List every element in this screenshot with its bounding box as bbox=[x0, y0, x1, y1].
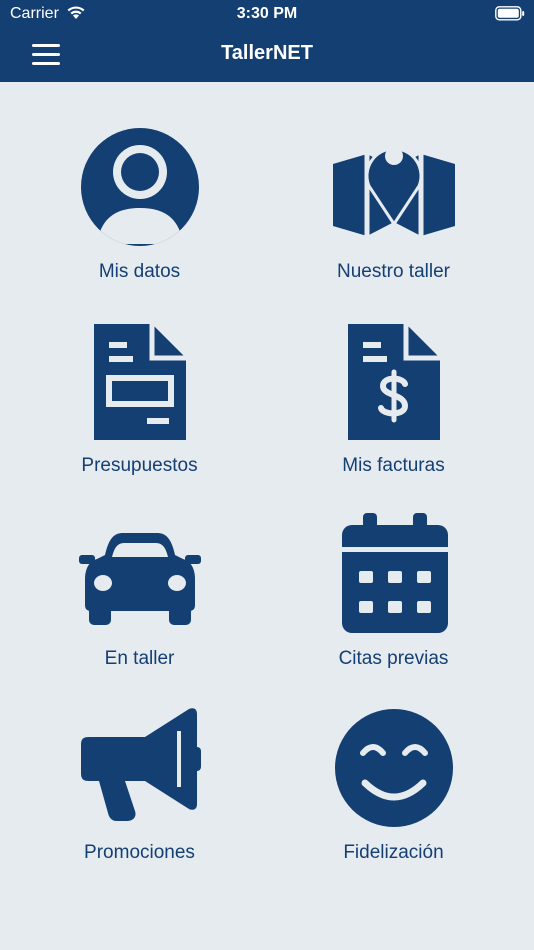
calendar-icon bbox=[342, 513, 448, 633]
tile-nuestro-taller[interactable]: Nuestro taller bbox=[260, 88, 527, 282]
tile-en-taller[interactable]: En taller bbox=[6, 475, 273, 669]
tile-fidelizacion[interactable]: Fidelización bbox=[260, 669, 527, 863]
tile-mis-datos[interactable]: Mis datos bbox=[6, 88, 273, 282]
tile-mis-facturas[interactable]: Mis facturas bbox=[260, 282, 527, 476]
tile-label: Promociones bbox=[84, 842, 195, 863]
tile-label: Nuestro taller bbox=[337, 261, 450, 282]
tile-label: Mis datos bbox=[98, 261, 181, 282]
tile-label: En taller bbox=[104, 648, 175, 669]
invoice-dollar-icon bbox=[348, 324, 440, 440]
tile-presupuestos[interactable]: Presupuestos bbox=[6, 282, 273, 476]
tile-label: Mis facturas bbox=[342, 455, 445, 476]
smile-icon bbox=[335, 709, 453, 827]
user-icon bbox=[81, 128, 199, 246]
battery-icon bbox=[495, 6, 525, 21]
tile-label: Fidelización bbox=[343, 842, 444, 863]
map-marker-icon bbox=[333, 147, 455, 236]
navigation-bar: TallerNET bbox=[0, 28, 534, 82]
megaphone-icon bbox=[81, 708, 201, 821]
document-icon bbox=[94, 324, 186, 440]
tile-citas-previas[interactable]: Citas previas bbox=[260, 475, 527, 669]
status-bar: Carrier 3:30 PM bbox=[0, 0, 534, 28]
tile-label: Citas previas bbox=[338, 648, 449, 669]
status-time: 3:30 PM bbox=[236, 5, 298, 22]
top-bar: Carrier 3:30 PM TallerNET bbox=[0, 0, 534, 82]
car-icon bbox=[79, 533, 201, 625]
tile-promociones[interactable]: Promociones bbox=[6, 669, 273, 863]
tile-label: Presupuestos bbox=[81, 455, 198, 476]
page-title: TallerNET bbox=[221, 42, 313, 64]
